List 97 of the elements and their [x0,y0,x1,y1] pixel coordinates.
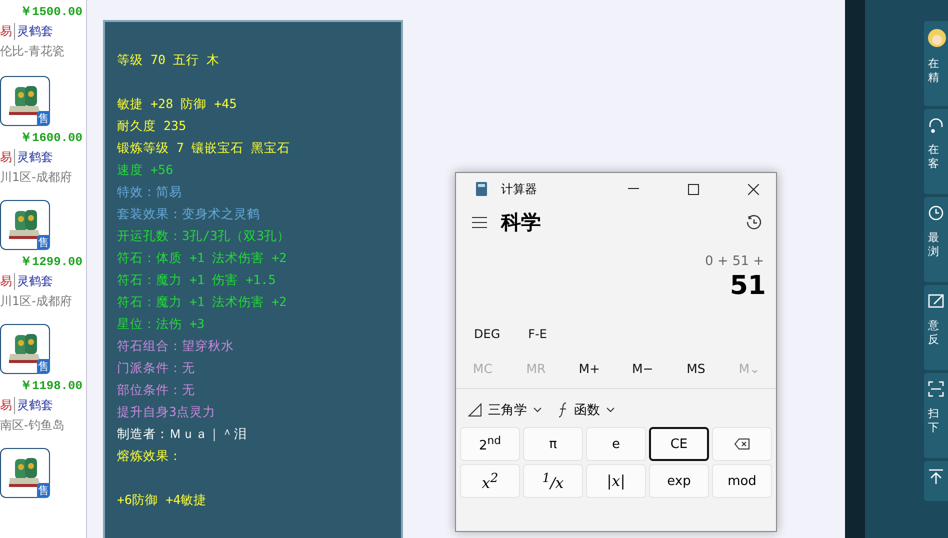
attribute-line: 耐久度 235 [117,117,188,135]
memory-button[interactable]: M+ [562,361,616,376]
side-panel-card[interactable]: 在 客 [924,109,948,194]
menu-button[interactable] [472,217,487,228]
calculator-key[interactable]: x$^{2}$ [460,464,520,498]
triangle-icon [468,403,482,417]
card-label: 在 [928,57,939,71]
calculator-key[interactable]: mod [712,464,772,498]
scan-icon [928,381,944,397]
side-panel-card[interactable]: 意 反 [924,285,948,370]
attribute-line: 部位条件：无 [117,381,196,399]
server-name: 川1区-成都府 [0,169,72,186]
attribute-line: 套装效果：变身术之灵鹤 [117,205,261,223]
attribute-line: 符石：魔力 +1 伤害 +1.5 [117,271,277,289]
chevron-icon [606,407,615,413]
set-name-link[interactable]: 灵鹤套 [14,23,53,40]
card-label: 扫 [928,407,939,421]
memory-button[interactable]: MS [669,361,723,376]
calculator-key[interactable]: CE [649,427,709,461]
sale-badge: 售 [37,111,50,126]
attribute-line: 符石：体质 +1 法术伤害 +2 [117,249,288,267]
trade-tag: 易 [0,273,12,290]
side-panel-card[interactable]: 最 浏 [924,197,948,282]
edit-icon [928,293,944,309]
side-panel-card[interactable] [924,461,948,501]
item-thumbnail[interactable]: 售 [0,324,50,374]
sale-badge: 售 [37,359,50,374]
attribute-line: 开运孔数：3孔/3孔（双3孔） [117,227,292,245]
minimize-icon [628,188,638,190]
card-label: 精 [928,71,939,85]
server-name: 伦比-青花瓷 [0,43,64,60]
attribute-line: +6防御 +4敏捷 [117,491,208,509]
side-panel-card[interactable]: 在 精 [924,21,948,106]
calculator-key[interactable] [712,427,772,461]
dropdown-button[interactable]: 函数 [558,401,615,419]
price: ￥1500.00 [20,4,82,20]
server-name: 川1区-成都府 [0,293,72,310]
card-label: 意 [928,319,939,333]
close-icon [748,184,758,194]
memory-button[interactable]: M− [616,361,670,376]
calculator-key[interactable]: $^{1}$/x [523,464,583,498]
setting-button[interactable]: F-E [528,327,547,341]
attribute-line: 锻炼等级 7 镶嵌宝石 黑宝石 [117,139,292,157]
item-thumbnail[interactable]: 售 [0,448,50,498]
calculator-key[interactable]: exp [649,464,709,498]
price: ￥1600.00 [20,130,82,146]
sale-badge: 售 [37,235,50,250]
attribute-line: 符石：魔力 +1 法术伤害 +2 [117,293,288,311]
card-label: 最 [928,231,939,245]
attribute-line: 速度 +56 [117,161,174,179]
attribute-line: 符石组合：望穿秋水 [117,337,235,355]
server-name: 南区-钓鱼岛 [0,417,64,434]
dropdown-button[interactable]: 三角学 [468,401,542,419]
attribute-line: 熔炼效果： [117,447,183,465]
set-name-link[interactable]: 灵鹤套 [14,149,53,166]
trade-tag: 易 [0,23,12,40]
backspace-icon [734,438,750,450]
setting-button[interactable]: DEG [474,327,500,341]
attribute-line: 制造者：Ｍｕａ｜＾泪 [117,425,248,444]
set-name-link[interactable]: 灵鹤套 [14,397,53,414]
attribute-line: 提升自身3点灵力 [117,403,217,421]
price: ￥1299.00 [20,254,82,270]
window-title: 计算器 [501,180,538,198]
mode-title: 科学 [501,209,542,236]
card-label: 反 [928,333,939,347]
item-thumbnail[interactable]: 售 [0,200,50,250]
headset-icon [928,117,944,133]
attribute-line: 等级 70 五行 木 [117,51,221,69]
card-label: 下 [928,421,939,435]
attribute-line: 敏捷 +28 防御 +45 [117,95,238,113]
avatar-icon [928,29,946,47]
card-label: 浏 [928,245,939,259]
attribute-line: 星位：法伤 +3 [117,315,206,333]
calculator-key[interactable]: π [523,427,583,461]
clock-icon [928,205,944,221]
price: ￥1198.00 [20,378,82,394]
expression: 0 + 51 + [705,254,764,269]
result-display: 51 [730,271,766,301]
card-label: 在 [928,143,939,157]
sale-badge: 售 [37,483,50,498]
calculator-key[interactable]: 2$^{nd}$ [460,427,520,461]
trade-tag: 易 [0,397,12,414]
trade-tag: 易 [0,149,12,166]
set-name-link[interactable]: 灵鹤套 [14,273,53,290]
back-to-top-icon [928,469,944,485]
calculator-key[interactable]: e [586,427,646,461]
function-icon [558,402,568,418]
item-thumbnail[interactable]: 售 [0,76,50,126]
calculator-key[interactable]: |x| [586,464,646,498]
maximize-icon [688,184,698,194]
chevron-icon [533,407,542,413]
side-panel-card[interactable]: 扫 下 [924,373,948,458]
card-label: 客 [928,157,939,171]
calculator-app-icon [476,182,487,196]
attribute-line: 特效：简易 [117,183,183,201]
attribute-line: 门派条件：无 [117,359,196,377]
history-button[interactable] [746,214,762,230]
